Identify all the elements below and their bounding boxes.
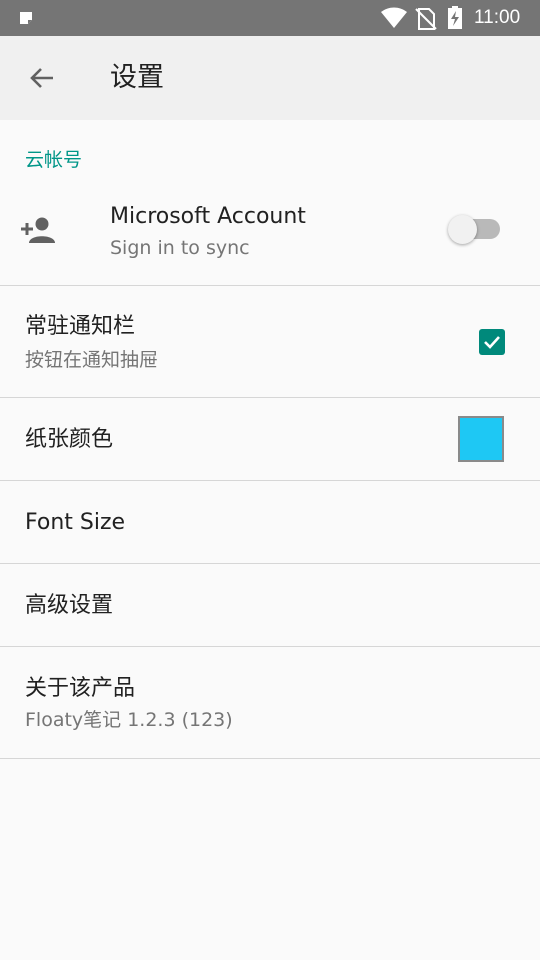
- battery-charging-icon: [447, 6, 463, 34]
- section-header-cloud-account: 云帐号: [25, 149, 83, 171]
- note-icon: [18, 10, 34, 30]
- advanced-settings-title: 高级设置: [25, 593, 114, 618]
- wifi-icon: [380, 7, 408, 33]
- app-bar: 设置: [0, 36, 540, 120]
- page-title: 设置: [110, 62, 164, 93]
- notification-checkbox[interactable]: [479, 329, 505, 355]
- check-icon: [484, 336, 500, 349]
- about-version: Floaty笔记 1.2.3 (123): [25, 709, 233, 731]
- notification-title: 常驻通知栏: [25, 314, 136, 339]
- font-size-row[interactable]: Font Size: [0, 481, 540, 563]
- microsoft-account-summary: Sign in to sync: [110, 237, 250, 259]
- microsoft-account-title: Microsoft Account: [110, 204, 306, 229]
- arrow-left-icon: [30, 68, 53, 88]
- person-add-icon: [20, 215, 56, 249]
- about-row[interactable]: 关于该产品 Floaty笔记 1.2.3 (123): [0, 647, 540, 758]
- no-sim-icon: [415, 8, 437, 34]
- font-size-title: Font Size: [25, 510, 126, 535]
- paper-color-title: 纸张颜色: [25, 427, 114, 452]
- status-bar: 11:00: [0, 0, 540, 36]
- advanced-settings-row[interactable]: 高级设置: [0, 564, 540, 646]
- paper-color-swatch[interactable]: [458, 416, 504, 462]
- about-title: 关于该产品: [25, 676, 136, 701]
- notification-summary: 按钮在通知抽屉: [25, 349, 159, 371]
- notification-row[interactable]: 常驻通知栏 按钮在通知抽屉: [0, 286, 540, 397]
- back-button[interactable]: [22, 58, 62, 98]
- status-time: 11:00: [474, 7, 521, 28]
- divider: [0, 758, 540, 759]
- sync-switch-thumb[interactable]: [448, 215, 477, 244]
